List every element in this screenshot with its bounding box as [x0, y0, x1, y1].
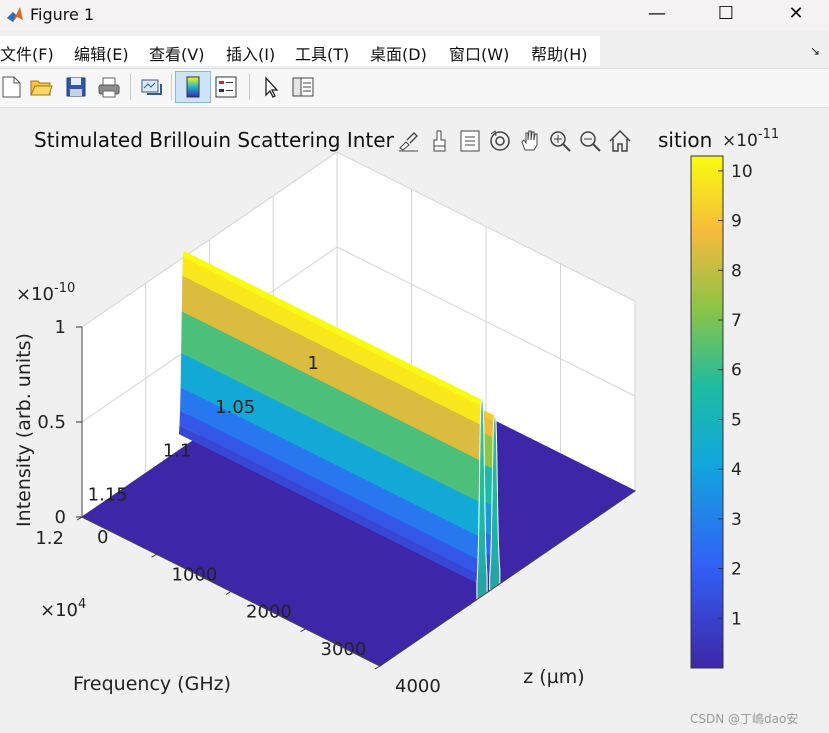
matlab-icon	[7, 7, 23, 22]
y-tick-label: 1.05	[215, 397, 255, 418]
save-icon[interactable]	[64, 75, 88, 99]
menu-desktop[interactable]: 桌面(D)	[370, 41, 427, 65]
toolbar-separator	[130, 74, 131, 100]
close-button[interactable]: ✕	[773, 0, 819, 30]
colorbar-gradient	[690, 155, 724, 669]
colorbar-tick-label: 9	[731, 212, 742, 232]
x-axis-label: z (µm)	[523, 666, 584, 688]
link-plot-icon[interactable]	[139, 75, 163, 99]
x-tick-label: 1000	[172, 564, 218, 585]
y-tick-label: 1	[308, 353, 319, 374]
title-bar: Figure 1 — ☐ ✕	[0, 0, 829, 30]
menu-insert[interactable]: 插入(I)	[226, 41, 275, 65]
x-tick-label: 4000	[395, 676, 441, 697]
z-tick-label: 0.5	[37, 412, 66, 433]
x-tick-mark	[374, 665, 381, 670]
z-tick-label: 0	[55, 507, 66, 528]
menu-file[interactable]: 文件(F)	[0, 41, 54, 65]
colorbar-exponent: ×10-11	[722, 127, 779, 151]
colorbar-tick-label: 6	[731, 361, 742, 381]
colorbar-tick-label: 8	[731, 261, 742, 281]
x-tick-label: 2000	[246, 602, 292, 623]
zoom-out-icon[interactable]	[577, 128, 603, 154]
y-tick-label: 1.1	[163, 441, 192, 462]
x-tick-mark	[300, 628, 306, 633]
figure-title: Stimulated Brillouin Scattering Intensi	[34, 128, 415, 152]
menu-tools[interactable]: 工具(T)	[295, 41, 349, 65]
colorbar-toggle-icon[interactable]	[181, 75, 205, 99]
y-tick-label: 1.15	[88, 484, 128, 505]
new-figure-icon[interactable]	[0, 75, 24, 99]
x-tick-mark	[225, 591, 232, 595]
figure-toolbar	[0, 68, 829, 108]
x-tick-label: 0	[97, 527, 108, 548]
open-file-icon[interactable]	[29, 75, 53, 99]
toolbar-separator	[171, 74, 172, 100]
home-icon[interactable]	[607, 128, 633, 154]
x-tick-label: 3000	[321, 639, 367, 660]
maximize-button[interactable]: ☐	[703, 0, 749, 30]
surface-plot[interactable]: 0100020003000400011.051.11.151.200.51×10…	[0, 106, 829, 733]
print-icon[interactable]	[97, 75, 121, 99]
colorbar-tick-label: 1	[731, 609, 742, 629]
menu-window[interactable]: 窗口(W)	[449, 41, 509, 65]
pointer-icon[interactable]	[259, 75, 283, 99]
y-axis-label: Frequency (GHz)	[73, 673, 231, 695]
menu-help[interactable]: 帮助(H)	[531, 41, 588, 65]
watermark: CSDN @丁嶋dao安	[690, 712, 799, 726]
z-tick-label: 1	[55, 317, 66, 338]
y-tick-label: 1.2	[35, 528, 64, 549]
window-title: Figure 1	[30, 5, 95, 24]
legend-toggle-icon[interactable]	[214, 75, 238, 99]
expand-menu-icon[interactable]: ↘	[810, 44, 820, 58]
data-tips-icon[interactable]	[427, 128, 453, 154]
figure-title-tail: sition	[658, 128, 713, 152]
minimize-button[interactable]: —	[634, 0, 680, 30]
colorbar-tick-label: 4	[731, 460, 742, 480]
menu-edit[interactable]: 编辑(E)	[74, 41, 129, 65]
colorbar[interactable]: 1 2 3 4 5 6 7 8 9 10 ×10-11	[690, 127, 779, 669]
colorbar-tick-label: 7	[731, 311, 742, 331]
colorbar-tick-label: 10	[731, 162, 753, 182]
rotate-3d-icon[interactable]	[487, 128, 513, 154]
colorbar-tick-label: 3	[731, 510, 742, 530]
menu-view[interactable]: 查看(V)	[149, 41, 204, 65]
z-axis-label: Intensity (arb. units)	[13, 333, 35, 527]
brush-icon[interactable]	[396, 128, 422, 154]
colorbar-tick-label: 2	[731, 560, 742, 580]
menu-bar: 文件(F) 编辑(E) 查看(V) 插入(I) 工具(T) 桌面(D) 窗口(W…	[0, 36, 600, 66]
y-exponent: ×104	[40, 597, 86, 621]
property-inspector-icon[interactable]	[291, 75, 315, 99]
colorbar-tick-label: 5	[731, 410, 742, 430]
toolbar-separator	[249, 74, 250, 100]
x-tick-mark	[151, 553, 157, 558]
zoom-in-icon[interactable]	[547, 128, 573, 154]
insert-legend-icon[interactable]	[457, 128, 483, 154]
z-exponent: ×10-10	[16, 281, 75, 305]
pan-icon[interactable]	[517, 128, 543, 154]
